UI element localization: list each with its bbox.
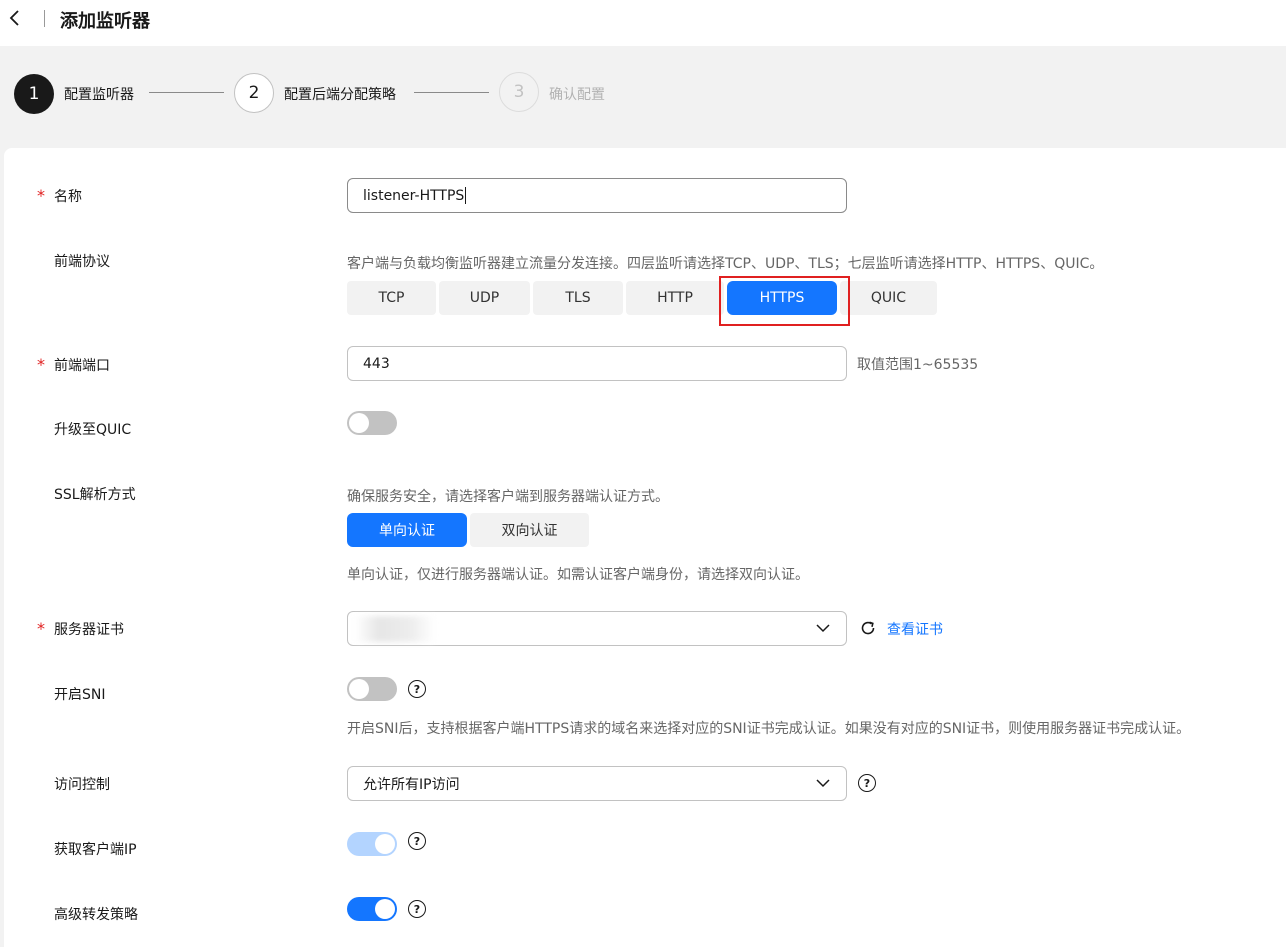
required-mark: * <box>37 186 45 205</box>
highlight-box <box>719 276 850 326</box>
text-caret <box>465 187 467 204</box>
step-connector <box>414 92 489 93</box>
ssl-hint: 确保服务安全，请选择客户端到服务器端认证方式。 <box>347 489 669 505</box>
quic-upgrade-label: 升级至QUIC <box>54 422 132 438</box>
ssl-option-two-way[interactable]: 双向认证 <box>470 513 589 547</box>
step-connector <box>149 92 224 93</box>
advanced-forwarding-toggle[interactable] <box>347 897 397 921</box>
client-ip-toggle[interactable] <box>347 832 397 856</box>
server-cert-label: 服务器证书 <box>54 622 124 638</box>
sni-desc: 开启SNI后，支持根据客户端HTTPS请求的域名来选择对应的SNI证书完成认证。… <box>347 721 1191 737</box>
view-cert-link[interactable]: 查看证书 <box>887 619 943 639</box>
protocol-label: 前端协议 <box>54 254 110 270</box>
toggle-knob <box>349 413 369 433</box>
chevron-down-icon <box>816 779 830 788</box>
step-3-label: 确认配置 <box>549 87 605 103</box>
port-label: 前端端口 <box>54 358 110 374</box>
step-1-label: 配置监听器 <box>64 87 134 103</box>
port-input[interactable]: 443 <box>347 346 847 381</box>
help-icon[interactable]: ? <box>408 680 426 698</box>
quic-upgrade-toggle[interactable] <box>347 411 397 435</box>
port-range-hint: 取值范围1~65535 <box>857 357 979 373</box>
protocol-option-http[interactable]: HTTP <box>626 281 724 315</box>
name-input[interactable]: listener-HTTPS <box>347 178 847 213</box>
required-mark: * <box>37 355 45 374</box>
refresh-icon[interactable] <box>859 619 877 637</box>
ssl-desc: 单向认证，仅进行服务器端认证。如需认证客户端身份，请选择双向认证。 <box>347 567 809 583</box>
server-cert-select[interactable] <box>347 611 847 646</box>
access-control-label: 访问控制 <box>54 777 110 793</box>
step-2-label: 配置后端分配策略 <box>284 87 396 103</box>
toggle-knob <box>349 679 369 699</box>
back-arrow-icon[interactable] <box>6 8 26 28</box>
toggle-knob <box>375 899 395 919</box>
page-title: 添加监听器 <box>60 11 150 32</box>
protocol-option-udp[interactable]: UDP <box>439 281 530 315</box>
name-input-value: listener-HTTPS <box>363 187 465 204</box>
ssl-option-one-way[interactable]: 单向认证 <box>347 513 467 547</box>
protocol-option-tcp[interactable]: TCP <box>347 281 436 315</box>
ssl-label: SSL解析方式 <box>54 487 136 503</box>
wizard-steps: 1 配置监听器 2 配置后端分配策略 3 确认配置 <box>0 46 1286 142</box>
header-divider <box>44 10 45 27</box>
required-mark: * <box>37 619 45 638</box>
protocol-option-quic[interactable]: QUIC <box>840 281 937 315</box>
sni-label: 开启SNI <box>54 687 106 703</box>
step-2-number: 2 <box>234 73 274 113</box>
toggle-knob <box>375 834 395 854</box>
redacted-value <box>355 615 435 642</box>
access-control-value: 允许所有IP访问 <box>363 776 460 793</box>
protocol-option-tls[interactable]: TLS <box>533 281 623 315</box>
help-icon[interactable]: ? <box>408 832 426 850</box>
advanced-forwarding-label: 高级转发策略 <box>54 907 138 923</box>
step-3-number: 3 <box>499 72 539 112</box>
chevron-down-icon <box>816 624 830 633</box>
client-ip-label: 获取客户端IP <box>54 842 137 858</box>
help-icon[interactable]: ? <box>408 900 426 918</box>
step-1-number: 1 <box>14 74 54 114</box>
sni-toggle[interactable] <box>347 677 397 701</box>
protocol-hint: 客户端与负载均衡监听器建立流量分发连接。四层监听请选择TCP、UDP、TLS；七… <box>347 256 1104 272</box>
page-header: 添加监听器 <box>0 0 1286 46</box>
access-control-select[interactable]: 允许所有IP访问 <box>347 766 847 801</box>
help-icon[interactable]: ? <box>858 774 876 792</box>
port-input-value: 443 <box>363 355 390 372</box>
name-label: 名称 <box>54 189 82 205</box>
